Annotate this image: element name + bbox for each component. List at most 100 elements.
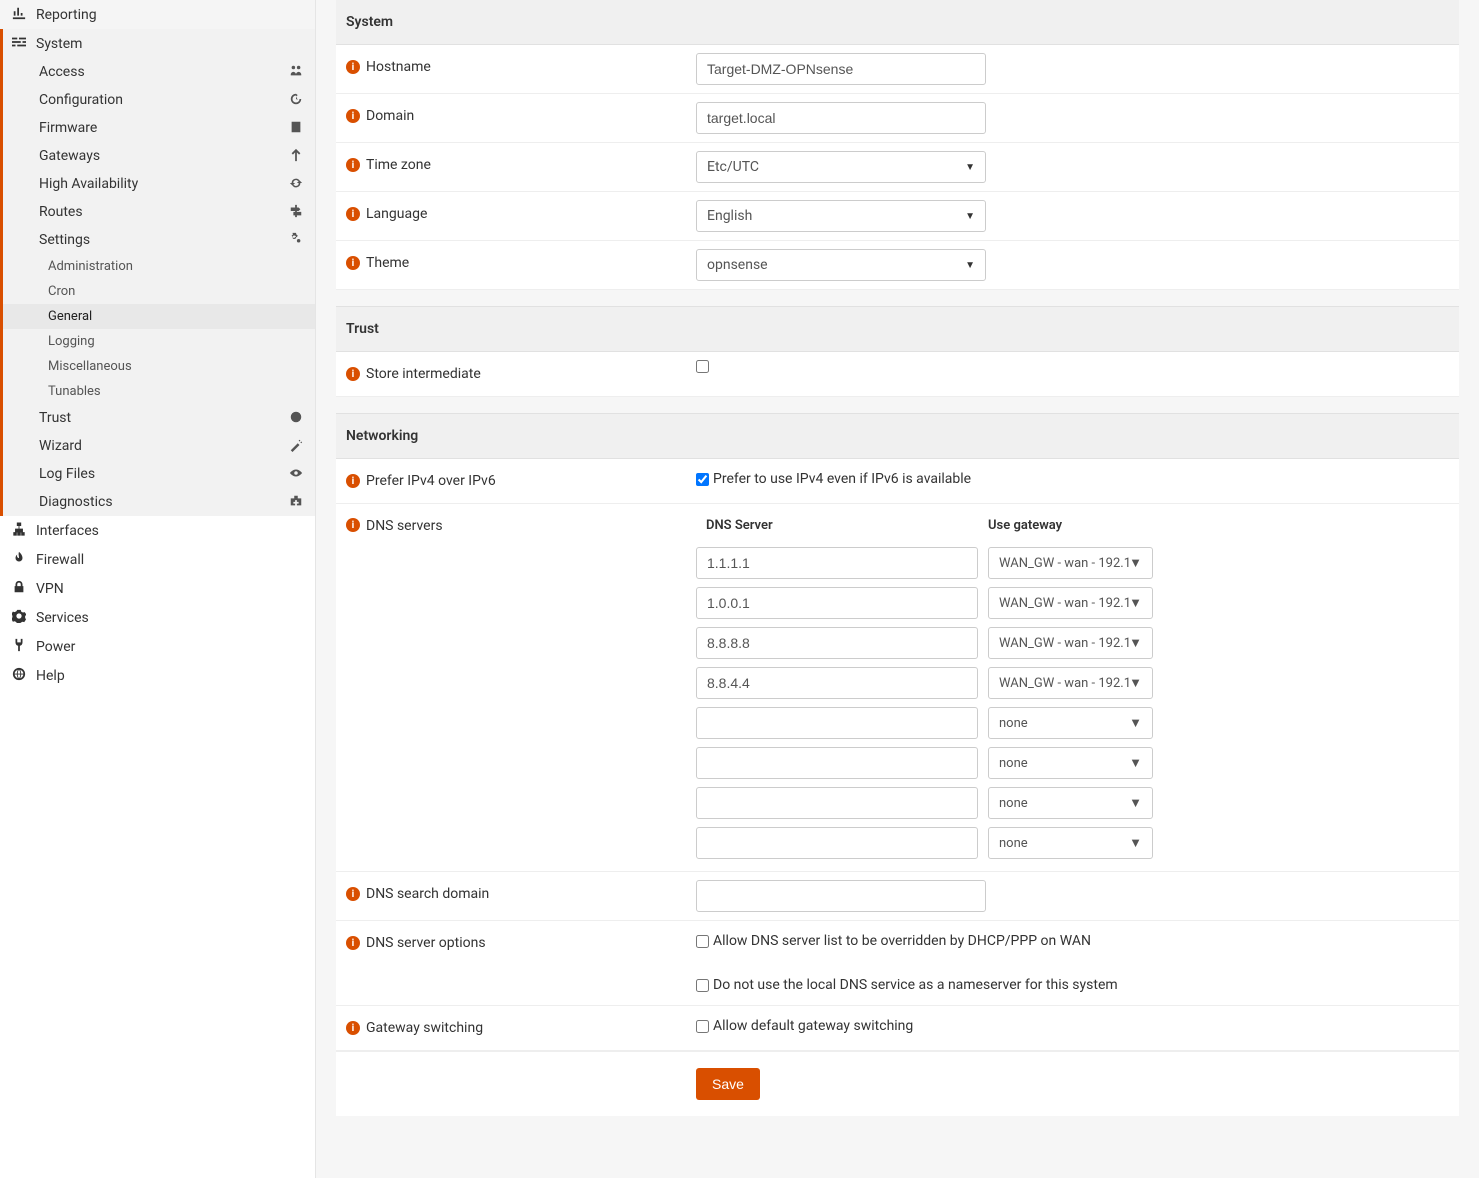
info-icon[interactable]: i xyxy=(346,936,360,950)
gateway-switching-checkbox[interactable] xyxy=(696,1020,709,1033)
info-icon[interactable]: i xyxy=(346,207,360,221)
nav-settings-general[interactable]: General xyxy=(0,304,315,329)
dns-servers-label: DNS servers xyxy=(366,518,443,534)
plug-icon xyxy=(10,638,28,655)
dns-server-input[interactable] xyxy=(696,587,978,619)
medkit-icon xyxy=(289,494,303,511)
nav-system-firmware[interactable]: Firmware xyxy=(0,114,315,142)
domain-input[interactable] xyxy=(696,102,986,134)
dns-gateway-select[interactable]: WAN_GW - wan - 192.168.▼ xyxy=(988,627,1153,659)
nav-settings-miscellaneous[interactable]: Miscellaneous xyxy=(0,354,315,379)
timezone-select[interactable]: Etc/UTC ▼ xyxy=(696,151,986,183)
info-icon[interactable]: i xyxy=(346,1021,360,1035)
row-dns-server-options-1: i DNS server options Allow DNS server li… xyxy=(336,921,1459,965)
row-dns-servers: i DNS servers DNS Server Use gateway WAN… xyxy=(336,504,1459,872)
nav-system-configuration[interactable]: Configuration xyxy=(0,86,315,114)
info-icon[interactable]: i xyxy=(346,367,360,381)
nav-label: General xyxy=(48,309,92,324)
gateway-switching-label: Gateway switching xyxy=(366,1020,483,1036)
domain-label: Domain xyxy=(366,108,414,124)
info-icon[interactable]: i xyxy=(346,474,360,488)
nav-label: Cron xyxy=(48,284,75,299)
nav-reporting[interactable]: Reporting xyxy=(0,0,315,29)
dns-gateway-select[interactable]: none▼ xyxy=(988,827,1153,859)
info-icon[interactable]: i xyxy=(346,60,360,74)
dns-gateway-select[interactable]: none▼ xyxy=(988,787,1153,819)
nav-label: Administration xyxy=(48,259,133,274)
nav-system-diagnostics[interactable]: Diagnostics xyxy=(0,488,315,516)
nav-system-gateways[interactable]: Gateways xyxy=(0,142,315,170)
dns-server-input[interactable] xyxy=(696,827,978,859)
info-icon[interactable]: i xyxy=(346,256,360,270)
nav-label: Tunables xyxy=(48,384,101,399)
nav-label: Miscellaneous xyxy=(48,359,132,374)
nav-power[interactable]: Power xyxy=(0,632,315,661)
dns-gateway-select[interactable]: WAN_GW - wan - 192.168.▼ xyxy=(988,667,1153,699)
dns-col-server: DNS Server xyxy=(696,512,988,543)
row-dns-server-options-2: Do not use the local DNS service as a na… xyxy=(336,965,1459,1006)
nav-system[interactable]: System xyxy=(0,29,315,58)
dns-server-input[interactable] xyxy=(696,627,978,659)
nav-label: Gateways xyxy=(39,148,100,164)
nav-label: Help xyxy=(36,668,65,684)
nav-system-wizard[interactable]: Wizard xyxy=(0,432,315,460)
nav-label: Access xyxy=(39,64,85,80)
nav-label: VPN xyxy=(36,581,64,597)
nav-interfaces[interactable]: Interfaces xyxy=(0,516,315,545)
nav-system-routes[interactable]: Routes xyxy=(0,198,315,226)
info-icon[interactable]: i xyxy=(346,887,360,901)
nav-system-high-availability[interactable]: High Availability xyxy=(0,170,315,198)
dns-row: none▼ xyxy=(696,743,1163,783)
dns-gateway-select[interactable]: none▼ xyxy=(988,707,1153,739)
nav-system-access[interactable]: Access xyxy=(0,58,315,86)
nav-settings-tunables[interactable]: Tunables xyxy=(0,379,315,404)
nav-firewall[interactable]: Firewall xyxy=(0,545,315,574)
nav-label: Wizard xyxy=(39,438,82,454)
nav-system-trust[interactable]: Trust xyxy=(0,404,315,432)
dns-row: none▼ xyxy=(696,703,1163,743)
dns-gateway-select[interactable]: WAN_GW - wan - 192.168.▼ xyxy=(988,587,1153,619)
dns-allow-override-checkbox[interactable] xyxy=(696,935,709,948)
dns-server-input[interactable] xyxy=(696,747,978,779)
dns-gateway-select[interactable]: WAN_GW - wan - 192.168.▼ xyxy=(988,547,1153,579)
sitemap-icon xyxy=(10,522,28,539)
nav-services[interactable]: Services xyxy=(0,603,315,632)
section-networking-header: Networking xyxy=(336,413,1459,459)
nav-vpn[interactable]: VPN xyxy=(0,574,315,603)
hostname-input[interactable] xyxy=(696,53,986,85)
chevron-down-icon: ▼ xyxy=(1129,595,1142,611)
dns-server-input[interactable] xyxy=(696,707,978,739)
theme-label: Theme xyxy=(366,255,409,271)
dns-row: WAN_GW - wan - 192.168.▼ xyxy=(696,663,1163,703)
nav-system-log-files[interactable]: Log Files xyxy=(0,460,315,488)
sliders-icon xyxy=(10,35,28,52)
theme-select[interactable]: opnsense ▼ xyxy=(696,249,986,281)
store-intermediate-checkbox[interactable] xyxy=(696,360,709,373)
dns-server-input[interactable] xyxy=(696,787,978,819)
dns-opt2-label: Do not use the local DNS service as a na… xyxy=(713,977,1118,993)
language-select[interactable]: English ▼ xyxy=(696,200,986,232)
section-system-header: System xyxy=(336,0,1459,45)
dns-row: none▼ xyxy=(696,823,1163,863)
info-icon[interactable]: i xyxy=(346,158,360,172)
info-icon[interactable]: i xyxy=(346,518,360,532)
chevron-down-icon: ▼ xyxy=(1129,675,1142,691)
dns-no-local-checkbox[interactable] xyxy=(696,979,709,992)
prefer-ipv4-checkbox[interactable] xyxy=(696,473,709,486)
nav-settings-cron[interactable]: Cron xyxy=(0,279,315,304)
main-content: System i Hostname i Domain i Time zone E… xyxy=(316,0,1479,1178)
nav-label: System xyxy=(36,36,82,52)
nav-help[interactable]: Help xyxy=(0,661,315,690)
save-button[interactable]: Save xyxy=(696,1068,760,1100)
nav-settings-administration[interactable]: Administration xyxy=(0,254,315,279)
dns-search-domain-label: DNS search domain xyxy=(366,886,489,902)
prefer-ipv4-help: Prefer to use IPv4 even if IPv6 is avail… xyxy=(713,471,971,487)
info-icon[interactable]: i xyxy=(346,109,360,123)
dns-gateway-select[interactable]: none▼ xyxy=(988,747,1153,779)
dns-server-input[interactable] xyxy=(696,667,978,699)
dns-search-domain-input[interactable] xyxy=(696,880,986,912)
chevron-down-icon: ▼ xyxy=(1129,755,1142,771)
dns-server-input[interactable] xyxy=(696,547,978,579)
nav-system-settings[interactable]: Settings xyxy=(0,226,315,254)
nav-settings-logging[interactable]: Logging xyxy=(0,329,315,354)
